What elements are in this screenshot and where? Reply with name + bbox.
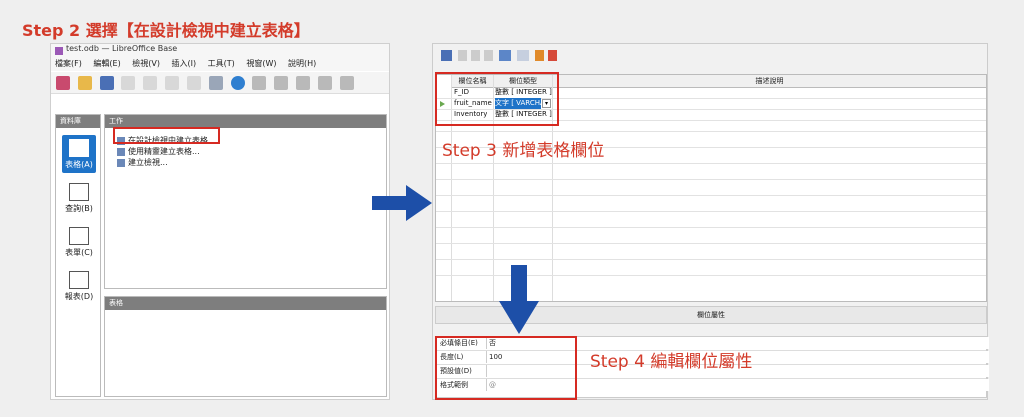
detail-view-icon[interactable] <box>296 76 311 90</box>
highlight-create-table-design <box>113 127 220 144</box>
sidebar-item-queries[interactable]: 查詢(B) <box>62 179 96 217</box>
index-design-icon[interactable] <box>548 50 557 61</box>
database-sidebar: 資料庫 表格(A) 查詢(B) 表單(C) 報表(D) <box>55 114 101 397</box>
grid-row-line <box>436 243 986 244</box>
menu-view[interactable]: 檢視(V) <box>132 59 160 68</box>
sidebar-item-tables[interactable]: 表格(A) <box>62 135 96 173</box>
column-header-description[interactable]: 描述說明 <box>553 75 986 88</box>
tables-header: 表格 <box>105 297 386 310</box>
open-folder-icon[interactable] <box>77 76 92 90</box>
grid-row-line <box>436 163 986 164</box>
grid-row-line <box>436 259 986 260</box>
copy-icon[interactable] <box>121 76 136 90</box>
step4-label: Step 4 編輯欄位屬性 <box>590 352 753 372</box>
arrow-down-icon <box>499 265 539 334</box>
menu-bar: 檔案(F) 編輯(E) 檢視(V) 插入(I) 工具(T) 視窗(W) 說明(H… <box>51 58 389 71</box>
highlight-field-rows <box>435 72 559 126</box>
grid-row-line <box>436 195 986 196</box>
menu-file[interactable]: 檔案(F) <box>55 59 82 68</box>
title-bar: test.odb — LibreOffice Base <box>51 44 389 58</box>
form-icon <box>69 227 89 245</box>
new-document-icon[interactable] <box>56 76 70 90</box>
cut-icon[interactable] <box>458 50 467 61</box>
list-view-icon[interactable] <box>274 76 289 90</box>
wizard-icon <box>117 147 125 156</box>
task-label: 建立檢視... <box>128 158 168 167</box>
grid-row-line <box>436 179 986 180</box>
primary-key-icon[interactable] <box>535 50 544 61</box>
window-title: test.odb — LibreOffice Base <box>66 44 178 53</box>
document-preview-icon[interactable] <box>339 76 354 90</box>
sidebar-item-label: 表格(A) <box>65 160 93 169</box>
arrow-right-icon <box>372 185 432 221</box>
menu-insert[interactable]: 插入(I) <box>172 59 197 68</box>
copy-icon[interactable] <box>471 50 480 61</box>
save-icon[interactable] <box>99 76 114 90</box>
grid-row-line <box>436 131 986 132</box>
base-app-icon <box>55 47 63 55</box>
task-label: 使用精靈建立表格... <box>128 147 200 156</box>
table-icon <box>69 139 89 157</box>
grid-row-line <box>436 211 986 212</box>
task-create-view[interactable]: 建立檢視... <box>117 157 168 168</box>
sidebar-item-label: 報表(D) <box>64 292 94 301</box>
table-view-icon[interactable] <box>252 76 267 90</box>
tables-panel: 表格 <box>104 296 387 397</box>
save-icon[interactable] <box>441 50 452 61</box>
sidebar-header: 資料庫 <box>56 115 100 128</box>
sidebar-item-reports[interactable]: 報表(D) <box>62 267 96 305</box>
step2-heading: Step 2 選擇【在設計檢視中建立表格】 <box>22 21 310 40</box>
libreoffice-base-main-window: test.odb — LibreOffice Base 檔案(F) 編輯(E) … <box>50 43 390 400</box>
paste-icon[interactable] <box>143 76 158 90</box>
redo-icon[interactable] <box>517 50 529 61</box>
menu-window[interactable]: 視窗(W) <box>246 59 276 68</box>
undo-icon[interactable] <box>499 50 511 61</box>
sort-ascending-icon[interactable] <box>165 76 180 90</box>
preview-icon[interactable] <box>317 76 332 90</box>
task-table-wizard[interactable]: 使用精靈建立表格... <box>117 146 200 157</box>
sidebar-item-label: 表單(C) <box>65 248 93 257</box>
report-icon <box>69 271 89 289</box>
sidebar-item-label: 查詢(B) <box>65 204 93 213</box>
view-icon <box>117 158 125 167</box>
step3-label: Step 3 新增表格欄位 <box>442 141 605 161</box>
menu-edit[interactable]: 編輯(E) <box>93 59 120 68</box>
menu-help[interactable]: 說明(H) <box>288 59 316 68</box>
paste-icon[interactable] <box>484 50 493 61</box>
grid-row-line <box>436 227 986 228</box>
design-toolbar <box>437 48 637 64</box>
help-icon[interactable] <box>230 76 245 90</box>
query-icon <box>69 183 89 201</box>
sort-descending-icon[interactable] <box>186 76 201 90</box>
highlight-field-properties <box>435 336 577 400</box>
form-icon[interactable] <box>208 76 223 90</box>
standard-toolbar <box>51 72 389 94</box>
menu-tools[interactable]: 工具(T) <box>208 59 235 68</box>
sidebar-item-forms[interactable]: 表單(C) <box>62 223 96 261</box>
